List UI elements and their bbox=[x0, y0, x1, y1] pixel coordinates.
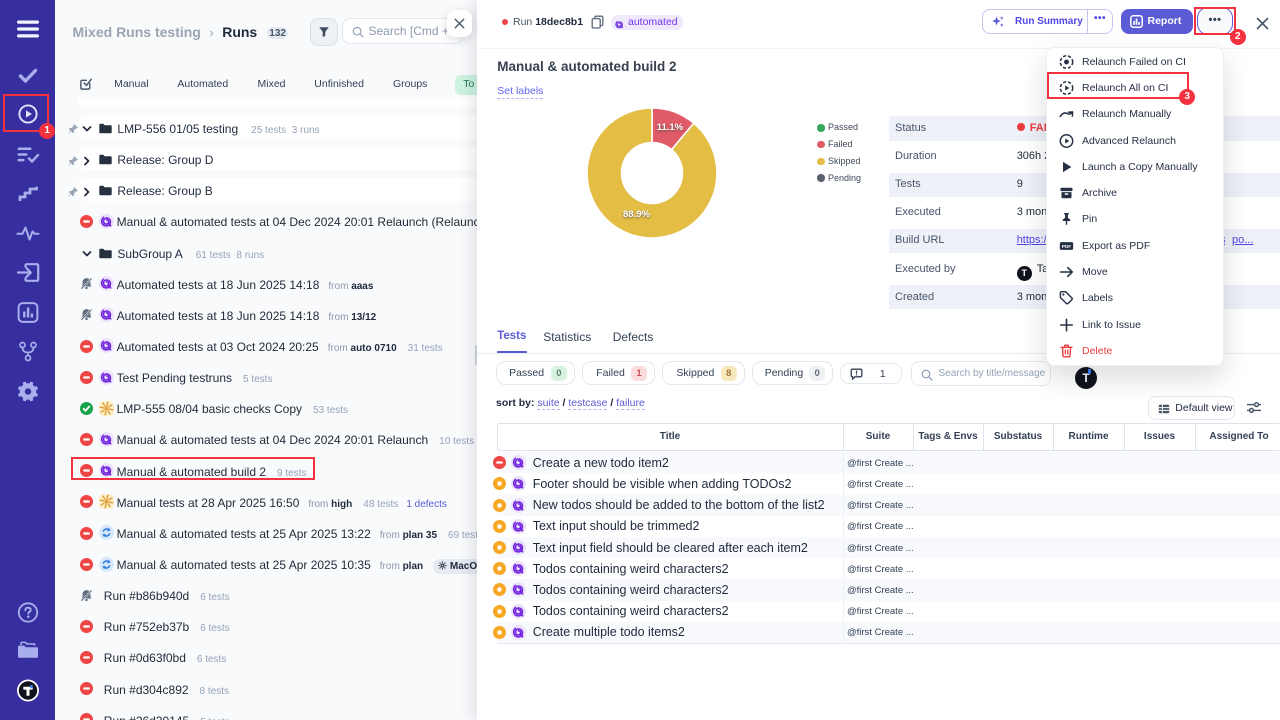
svg-text:PDF: PDF bbox=[1062, 244, 1071, 249]
